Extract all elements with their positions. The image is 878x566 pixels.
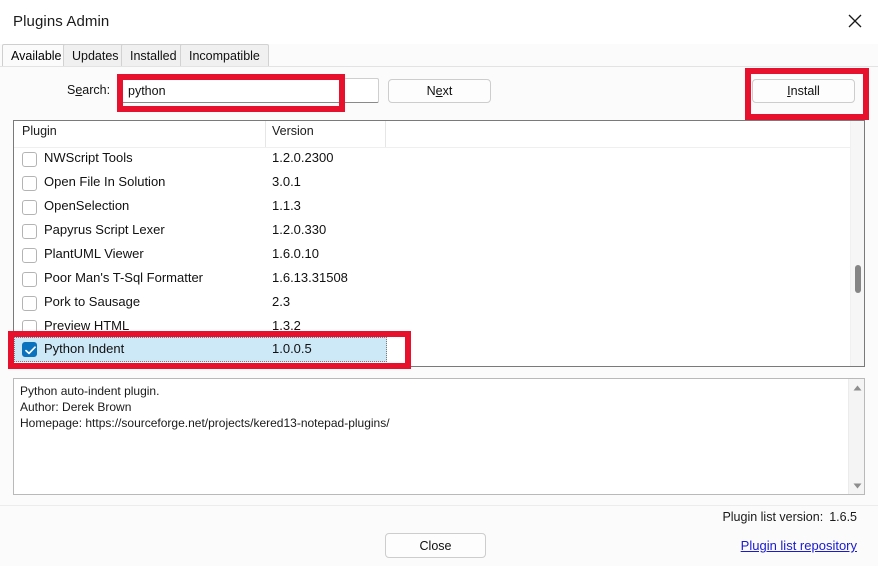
column-header-version[interactable]: Version [272, 124, 314, 138]
plugin-list-version-value: 1.6.5 [829, 510, 857, 524]
tab-incompatible[interactable]: Incompatible [180, 44, 269, 67]
row-checkbox[interactable] [22, 152, 37, 167]
table-row[interactable]: PlantUML Viewer 1.6.0.10 [14, 244, 864, 268]
row-plugin-name: NWScript Tools [44, 150, 133, 165]
title-bar: Plugins Admin [0, 0, 878, 44]
window-close-button[interactable] [832, 0, 878, 42]
row-plugin-version: 1.2.0.330 [272, 222, 327, 237]
table-row[interactable]: OpenSelection 1.1.3 [14, 196, 864, 220]
table-row[interactable]: NWScript Tools 1.2.0.2300 [14, 148, 864, 172]
tab-label: Updates [72, 49, 119, 63]
row-plugin-name: Poor Man's T-Sql Formatter [44, 270, 204, 285]
plugin-description-panel[interactable]: Python auto-indent plugin. Author: Derek… [13, 378, 865, 495]
row-plugin-version: 1.3.2 [272, 318, 301, 333]
next-label-suffix: xt [442, 84, 453, 98]
row-plugin-name: Python Indent [44, 341, 125, 356]
row-plugin-name: OpenSelection [44, 198, 130, 213]
row-checkbox-checked[interactable] [22, 342, 37, 357]
plugin-list-version: Plugin list version: 1.6.5 [722, 510, 857, 524]
tab-installed[interactable]: Installed [121, 44, 186, 67]
tab-label: Incompatible [189, 49, 260, 63]
selected-table-row[interactable]: Python Indent 1.0.0.5 [14, 337, 387, 362]
row-checkbox[interactable] [22, 248, 37, 263]
tab-strip: Available Updates Installed Incompatible [0, 44, 878, 67]
plugins-admin-dialog: Plugins Admin Available Updates Installe… [0, 0, 878, 566]
row-plugin-version: 1.6.0.10 [272, 246, 319, 261]
table-row[interactable]: Papyrus Script Lexer 1.2.0.330 [14, 220, 864, 244]
close-dialog-button[interactable]: Close [385, 533, 486, 558]
tab-updates[interactable]: Updates [63, 44, 128, 67]
row-plugin-name: Open File In Solution [44, 174, 166, 189]
plugin-list-version-label: Plugin list version: [722, 510, 824, 524]
close-button-label: Close [419, 538, 452, 553]
footer-divider [0, 505, 878, 506]
tab-label: Installed [130, 49, 177, 63]
plugin-description-text: Python auto-indent plugin. Author: Derek… [20, 384, 390, 430]
column-divider[interactable] [385, 121, 386, 147]
row-checkbox[interactable] [22, 272, 37, 287]
checkmark-icon [25, 346, 36, 355]
row-plugin-version: 1.1.3 [272, 198, 301, 213]
row-checkbox[interactable] [22, 176, 37, 191]
search-label-suffix: arch: [82, 83, 111, 97]
scroll-down-arrow-icon[interactable] [849, 477, 864, 494]
list-scrollbar-thumb[interactable] [855, 265, 861, 293]
close-icon [848, 14, 862, 28]
tab-strip-divider [0, 66, 878, 67]
search-label: Search: [67, 83, 110, 97]
row-plugin-name: Pork to Sausage [44, 294, 141, 309]
next-label-mnemonic: e [435, 84, 443, 98]
row-plugin-version: 1.6.13.31508 [272, 270, 348, 285]
row-checkbox[interactable] [22, 224, 37, 239]
column-header-plugin[interactable]: Plugin [22, 124, 57, 138]
page-title: Plugins Admin [13, 13, 110, 30]
plugin-list-repository-link[interactable]: Plugin list repository [741, 538, 857, 553]
row-checkbox[interactable] [22, 320, 37, 335]
row-plugin-name: Preview HTML [44, 318, 130, 333]
search-input[interactable] [121, 78, 379, 103]
plugin-list[interactable]: Plugin Version NWScript Tools 1.2.0.2300… [13, 120, 865, 367]
row-plugin-version: 3.0.1 [272, 174, 301, 189]
row-checkbox[interactable] [22, 296, 37, 311]
row-plugin-version: 2.3 [272, 294, 291, 309]
tab-available[interactable]: Available [2, 44, 71, 67]
table-row[interactable]: Pork to Sausage 2.3 [14, 292, 864, 316]
column-divider[interactable] [265, 121, 266, 147]
list-scrollbar[interactable] [850, 121, 864, 366]
row-plugin-version: 1.2.0.2300 [272, 150, 334, 165]
scroll-up-arrow-icon[interactable] [849, 379, 864, 396]
table-row[interactable]: Open File In Solution 3.0.1 [14, 172, 864, 196]
row-plugin-version: 1.0.0.5 [272, 341, 312, 356]
row-plugin-name: Papyrus Script Lexer [44, 222, 165, 237]
install-button[interactable]: Install [752, 79, 855, 103]
install-label-suffix: nstall [790, 84, 820, 98]
next-label-prefix: N [426, 84, 436, 98]
row-checkbox[interactable] [22, 200, 37, 215]
description-scrollbar[interactable] [848, 379, 864, 494]
row-plugin-name: PlantUML Viewer [44, 246, 144, 261]
tab-label: Available [11, 49, 62, 63]
next-button[interactable]: Ne xt [388, 79, 491, 103]
table-row[interactable]: Poor Man's T-Sql Formatter 1.6.13.31508 [14, 268, 864, 292]
